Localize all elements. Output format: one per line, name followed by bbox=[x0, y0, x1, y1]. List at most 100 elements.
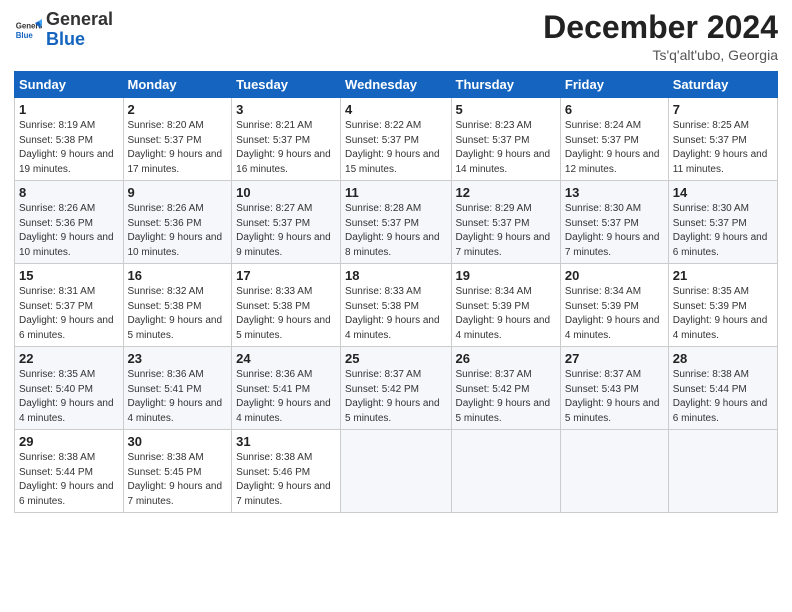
day-number: 24 bbox=[236, 351, 336, 366]
calendar-week-row: 15 Sunrise: 8:31 AM Sunset: 5:37 PM Dayl… bbox=[15, 264, 778, 347]
calendar-week-row: 22 Sunrise: 8:35 AM Sunset: 5:40 PM Dayl… bbox=[15, 347, 778, 430]
day-info: Sunrise: 8:37 AM Sunset: 5:42 PM Dayligh… bbox=[456, 368, 556, 426]
calendar-cell: 31 Sunrise: 8:38 AM Sunset: 5:46 PM Dayl… bbox=[232, 430, 341, 513]
day-info: Sunrise: 8:33 AM Sunset: 5:38 PM Dayligh… bbox=[236, 285, 336, 343]
svg-text:Blue: Blue bbox=[16, 31, 34, 40]
day-info: Sunrise: 8:27 AM Sunset: 5:37 PM Dayligh… bbox=[236, 202, 336, 260]
calendar-cell: 4 Sunrise: 8:22 AM Sunset: 5:37 PM Dayli… bbox=[341, 98, 451, 181]
logo-text: General Blue bbox=[46, 10, 113, 50]
day-info: Sunrise: 8:33 AM Sunset: 5:38 PM Dayligh… bbox=[345, 285, 446, 343]
day-number: 27 bbox=[565, 351, 664, 366]
day-info: Sunrise: 8:25 AM Sunset: 5:37 PM Dayligh… bbox=[673, 119, 773, 177]
calendar-cell bbox=[451, 430, 560, 513]
weekday-header-wednesday: Wednesday bbox=[341, 72, 451, 98]
day-info: Sunrise: 8:38 AM Sunset: 5:44 PM Dayligh… bbox=[19, 451, 119, 509]
calendar-cell: 24 Sunrise: 8:36 AM Sunset: 5:41 PM Dayl… bbox=[232, 347, 341, 430]
calendar-cell: 7 Sunrise: 8:25 AM Sunset: 5:37 PM Dayli… bbox=[668, 98, 777, 181]
day-number: 23 bbox=[128, 351, 228, 366]
calendar-cell: 30 Sunrise: 8:38 AM Sunset: 5:45 PM Dayl… bbox=[123, 430, 232, 513]
day-info: Sunrise: 8:29 AM Sunset: 5:37 PM Dayligh… bbox=[456, 202, 556, 260]
day-number: 9 bbox=[128, 185, 228, 200]
page-container: General Blue General Blue December 2024 … bbox=[0, 0, 792, 523]
month-title: December 2024 bbox=[543, 10, 778, 45]
day-info: Sunrise: 8:28 AM Sunset: 5:37 PM Dayligh… bbox=[345, 202, 446, 260]
day-number: 30 bbox=[128, 434, 228, 449]
day-info: Sunrise: 8:34 AM Sunset: 5:39 PM Dayligh… bbox=[565, 285, 664, 343]
calendar-cell: 23 Sunrise: 8:36 AM Sunset: 5:41 PM Dayl… bbox=[123, 347, 232, 430]
calendar-cell: 1 Sunrise: 8:19 AM Sunset: 5:38 PM Dayli… bbox=[15, 98, 124, 181]
weekday-header-thursday: Thursday bbox=[451, 72, 560, 98]
calendar-cell: 12 Sunrise: 8:29 AM Sunset: 5:37 PM Dayl… bbox=[451, 181, 560, 264]
calendar-cell: 6 Sunrise: 8:24 AM Sunset: 5:37 PM Dayli… bbox=[560, 98, 668, 181]
calendar-cell: 29 Sunrise: 8:38 AM Sunset: 5:44 PM Dayl… bbox=[15, 430, 124, 513]
day-info: Sunrise: 8:23 AM Sunset: 5:37 PM Dayligh… bbox=[456, 119, 556, 177]
calendar-cell: 13 Sunrise: 8:30 AM Sunset: 5:37 PM Dayl… bbox=[560, 181, 668, 264]
day-info: Sunrise: 8:37 AM Sunset: 5:43 PM Dayligh… bbox=[565, 368, 664, 426]
day-number: 22 bbox=[19, 351, 119, 366]
day-info: Sunrise: 8:38 AM Sunset: 5:44 PM Dayligh… bbox=[673, 368, 773, 426]
day-number: 3 bbox=[236, 102, 336, 117]
day-number: 31 bbox=[236, 434, 336, 449]
weekday-header-saturday: Saturday bbox=[668, 72, 777, 98]
day-number: 14 bbox=[673, 185, 773, 200]
day-info: Sunrise: 8:26 AM Sunset: 5:36 PM Dayligh… bbox=[19, 202, 119, 260]
calendar-cell: 9 Sunrise: 8:26 AM Sunset: 5:36 PM Dayli… bbox=[123, 181, 232, 264]
day-number: 29 bbox=[19, 434, 119, 449]
calendar-cell: 18 Sunrise: 8:33 AM Sunset: 5:38 PM Dayl… bbox=[341, 264, 451, 347]
day-info: Sunrise: 8:35 AM Sunset: 5:40 PM Dayligh… bbox=[19, 368, 119, 426]
page-header: General Blue General Blue December 2024 … bbox=[14, 10, 778, 63]
title-block: December 2024 Ts'q'alt'ubo, Georgia bbox=[543, 10, 778, 63]
day-number: 11 bbox=[345, 185, 446, 200]
day-info: Sunrise: 8:22 AM Sunset: 5:37 PM Dayligh… bbox=[345, 119, 446, 177]
calendar-cell: 10 Sunrise: 8:27 AM Sunset: 5:37 PM Dayl… bbox=[232, 181, 341, 264]
day-number: 21 bbox=[673, 268, 773, 283]
calendar-cell: 5 Sunrise: 8:23 AM Sunset: 5:37 PM Dayli… bbox=[451, 98, 560, 181]
logo-icon: General Blue bbox=[14, 16, 42, 44]
weekday-header-sunday: Sunday bbox=[15, 72, 124, 98]
calendar-week-row: 1 Sunrise: 8:19 AM Sunset: 5:38 PM Dayli… bbox=[15, 98, 778, 181]
calendar-week-row: 8 Sunrise: 8:26 AM Sunset: 5:36 PM Dayli… bbox=[15, 181, 778, 264]
calendar-cell: 2 Sunrise: 8:20 AM Sunset: 5:37 PM Dayli… bbox=[123, 98, 232, 181]
day-info: Sunrise: 8:31 AM Sunset: 5:37 PM Dayligh… bbox=[19, 285, 119, 343]
day-number: 4 bbox=[345, 102, 446, 117]
day-info: Sunrise: 8:35 AM Sunset: 5:39 PM Dayligh… bbox=[673, 285, 773, 343]
calendar-cell: 8 Sunrise: 8:26 AM Sunset: 5:36 PM Dayli… bbox=[15, 181, 124, 264]
calendar-cell: 11 Sunrise: 8:28 AM Sunset: 5:37 PM Dayl… bbox=[341, 181, 451, 264]
day-info: Sunrise: 8:38 AM Sunset: 5:45 PM Dayligh… bbox=[128, 451, 228, 509]
day-number: 15 bbox=[19, 268, 119, 283]
day-info: Sunrise: 8:26 AM Sunset: 5:36 PM Dayligh… bbox=[128, 202, 228, 260]
day-number: 28 bbox=[673, 351, 773, 366]
logo: General Blue General Blue bbox=[14, 10, 113, 50]
calendar-cell: 27 Sunrise: 8:37 AM Sunset: 5:43 PM Dayl… bbox=[560, 347, 668, 430]
calendar-cell: 21 Sunrise: 8:35 AM Sunset: 5:39 PM Dayl… bbox=[668, 264, 777, 347]
day-number: 7 bbox=[673, 102, 773, 117]
weekday-header-friday: Friday bbox=[560, 72, 668, 98]
calendar-cell: 26 Sunrise: 8:37 AM Sunset: 5:42 PM Dayl… bbox=[451, 347, 560, 430]
day-number: 13 bbox=[565, 185, 664, 200]
calendar-cell bbox=[560, 430, 668, 513]
calendar-table: SundayMondayTuesdayWednesdayThursdayFrid… bbox=[14, 71, 778, 513]
weekday-header-monday: Monday bbox=[123, 72, 232, 98]
calendar-header-row: SundayMondayTuesdayWednesdayThursdayFrid… bbox=[15, 72, 778, 98]
day-number: 2 bbox=[128, 102, 228, 117]
day-number: 20 bbox=[565, 268, 664, 283]
day-number: 19 bbox=[456, 268, 556, 283]
day-number: 10 bbox=[236, 185, 336, 200]
calendar-cell bbox=[668, 430, 777, 513]
day-info: Sunrise: 8:19 AM Sunset: 5:38 PM Dayligh… bbox=[19, 119, 119, 177]
day-number: 18 bbox=[345, 268, 446, 283]
day-info: Sunrise: 8:34 AM Sunset: 5:39 PM Dayligh… bbox=[456, 285, 556, 343]
day-info: Sunrise: 8:24 AM Sunset: 5:37 PM Dayligh… bbox=[565, 119, 664, 177]
calendar-week-row: 29 Sunrise: 8:38 AM Sunset: 5:44 PM Dayl… bbox=[15, 430, 778, 513]
calendar-cell: 20 Sunrise: 8:34 AM Sunset: 5:39 PM Dayl… bbox=[560, 264, 668, 347]
day-info: Sunrise: 8:36 AM Sunset: 5:41 PM Dayligh… bbox=[128, 368, 228, 426]
day-number: 1 bbox=[19, 102, 119, 117]
calendar-cell: 15 Sunrise: 8:31 AM Sunset: 5:37 PM Dayl… bbox=[15, 264, 124, 347]
day-info: Sunrise: 8:32 AM Sunset: 5:38 PM Dayligh… bbox=[128, 285, 228, 343]
calendar-cell: 25 Sunrise: 8:37 AM Sunset: 5:42 PM Dayl… bbox=[341, 347, 451, 430]
location: Ts'q'alt'ubo, Georgia bbox=[543, 47, 778, 63]
calendar-cell: 28 Sunrise: 8:38 AM Sunset: 5:44 PM Dayl… bbox=[668, 347, 777, 430]
calendar-cell: 14 Sunrise: 8:30 AM Sunset: 5:37 PM Dayl… bbox=[668, 181, 777, 264]
day-info: Sunrise: 8:30 AM Sunset: 5:37 PM Dayligh… bbox=[565, 202, 664, 260]
day-number: 25 bbox=[345, 351, 446, 366]
